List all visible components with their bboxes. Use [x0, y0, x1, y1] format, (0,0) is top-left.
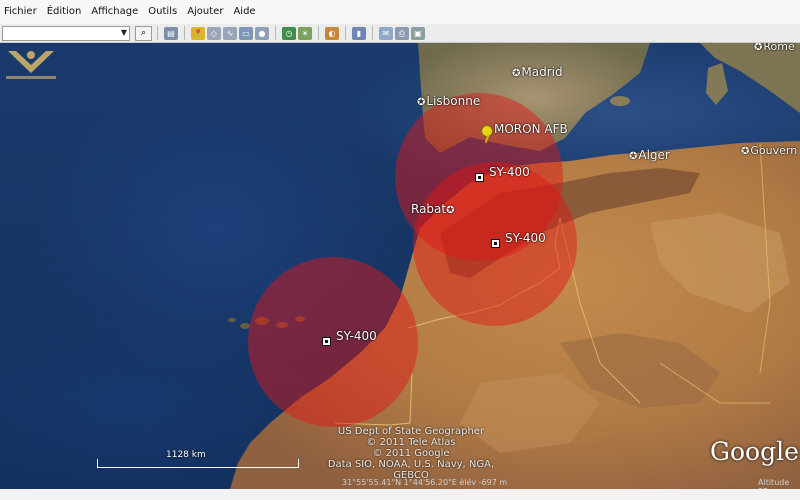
city-label-madrid: ✪Madrid	[512, 65, 563, 79]
attribution: US Dept of State Geographer © 2011 Tele …	[326, 426, 496, 481]
overlay-icon[interactable]: ▭	[239, 26, 253, 40]
menu-fichier[interactable]: Fichier	[0, 0, 42, 24]
history-icon[interactable]: ◷	[282, 26, 296, 40]
google-logo: Google	[710, 437, 799, 466]
search-input[interactable]: ▼	[2, 25, 130, 41]
star-icon: ✪	[754, 43, 763, 53]
toolbar: ▼ ⌕ ▤ 📍 ◇ ∿ ▭ ● ◷ ☀ ◐ ▮ ✉ ⎙ ▣	[0, 24, 800, 43]
toolbar-divider	[157, 26, 158, 40]
menu-edition[interactable]: Édition	[42, 0, 87, 24]
city-label-rome: ✪Rome	[754, 43, 795, 53]
map-view[interactable]: ✪Madrid ✪Lisbonne ✪Alger Rabat✪ ✪Rome ✪G…	[0, 43, 800, 489]
toolbar-divider	[318, 26, 319, 40]
menu-bar: Fichier Édition Affichage Outils Ajouter…	[0, 0, 800, 24]
star-icon: ✪	[629, 151, 638, 162]
search-icon: ⌕	[140, 27, 147, 38]
print-icon[interactable]: ⎙	[395, 26, 409, 40]
planets-icon[interactable]: ◐	[325, 26, 339, 40]
placemark-label-moron[interactable]: MORON AFB	[494, 122, 568, 136]
tour-icon[interactable]: ●	[255, 26, 269, 40]
attribution-line: © 2011 Tele Atlas	[366, 437, 456, 448]
city-label-alger: ✪Alger	[629, 148, 670, 162]
placemark-label-sy400[interactable]: SY-400	[505, 231, 546, 245]
search-button[interactable]: ⌕	[135, 25, 152, 41]
path-icon[interactable]: ∿	[223, 26, 237, 40]
scale-bar	[97, 459, 299, 468]
pushpin-icon[interactable]	[481, 125, 493, 137]
window-bottom-edge	[0, 489, 800, 500]
save-image-icon[interactable]: ▣	[411, 26, 425, 40]
toolbar-divider	[345, 26, 346, 40]
menu-affichage[interactable]: Affichage	[86, 0, 143, 24]
toolbar-divider	[372, 26, 373, 40]
menu-outils[interactable]: Outils	[143, 0, 182, 24]
attribution-line: US Dept of State Geographer	[337, 426, 485, 437]
placemark-square-icon[interactable]	[475, 173, 484, 182]
menu-aide[interactable]: Aide	[228, 0, 260, 24]
star-icon: ✪	[446, 205, 455, 216]
placemark-square-icon[interactable]	[491, 239, 500, 248]
sardinia-land	[706, 63, 728, 105]
polygon-icon[interactable]: ◇	[207, 26, 221, 40]
radar-range-circle	[248, 257, 418, 427]
star-icon: ✪	[741, 146, 750, 157]
menu-ajouter[interactable]: Ajouter	[182, 0, 228, 24]
status-bar: 31°55'55.41"N 1°44'56.20"E élév -697 m A…	[0, 478, 800, 489]
star-icon: ✪	[417, 97, 426, 108]
status-coordinates: 31°55'55.41"N 1°44'56.20"E élév -697 m	[342, 478, 508, 487]
email-icon[interactable]: ✉	[379, 26, 393, 40]
attribution-line: © 2011 Google	[372, 448, 450, 459]
sun-icon[interactable]: ☀	[298, 26, 312, 40]
status-altitude: Altitude 35	[758, 478, 790, 489]
watermark-logo	[6, 51, 56, 79]
city-label-lisbonne: ✪Lisbonne	[417, 94, 481, 108]
toolbar-divider	[275, 26, 276, 40]
placemark-icon[interactable]: 📍	[191, 26, 205, 40]
city-label-rabat: Rabat✪	[411, 202, 455, 216]
map-terrain	[228, 43, 800, 489]
city-label-gouvern: ✪Gouvern	[741, 144, 798, 157]
placemark-label-sy400[interactable]: SY-400	[336, 329, 377, 343]
ruler-icon[interactable]: ▮	[352, 26, 366, 40]
chevron-down-icon[interactable]: ▼	[121, 28, 127, 37]
placemark-square-icon[interactable]	[322, 337, 331, 346]
star-icon: ✪	[512, 68, 521, 79]
placemark-label-sy400[interactable]: SY-400	[489, 165, 530, 179]
sidebar-icon[interactable]: ▤	[164, 26, 178, 40]
toolbar-divider	[184, 26, 185, 40]
